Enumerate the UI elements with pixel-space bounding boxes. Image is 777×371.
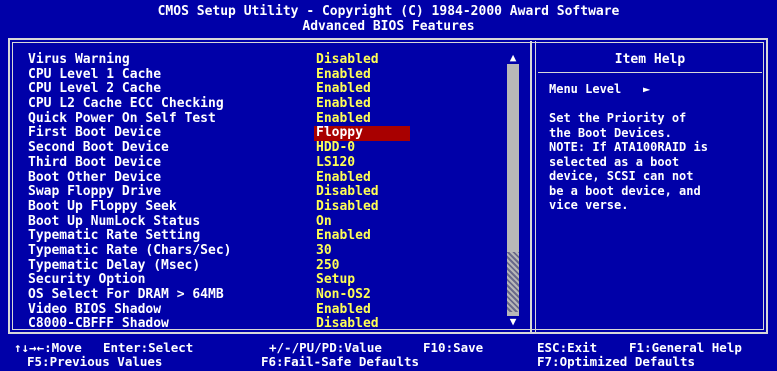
setting-value[interactable]: LS120 xyxy=(316,155,355,171)
setting-label: CPU L2 Cache ECC Checking xyxy=(28,96,224,112)
setting-label: Second Boot Device xyxy=(28,140,169,156)
key-optimized: F7:Optimized Defaults xyxy=(537,354,696,369)
setting-value[interactable]: Enabled xyxy=(316,82,371,97)
setting-value[interactable]: Non-OS2 xyxy=(316,287,371,303)
setting-label: Video BIOS Shadow xyxy=(28,301,162,317)
setting-row[interactable]: CPU Level 1 Cache Enabled xyxy=(28,66,508,83)
setting-label: Typematic Delay (Msec) xyxy=(28,257,201,273)
key-exit: ESC:Exit xyxy=(537,340,598,355)
setting-row[interactable]: Boot Up Floppy Seek Disabled xyxy=(28,198,508,215)
setting-label: Typematic Rate (Chars/Sec) xyxy=(28,242,232,258)
setting-label: Quick Power On Self Test xyxy=(28,110,216,126)
setting-row[interactable]: First Boot Device Floppy xyxy=(28,125,508,142)
setting-value[interactable]: Enabled xyxy=(316,302,371,318)
setting-row[interactable]: OS Select For DRAM > 64MB Non-OS2 xyxy=(28,287,508,303)
scroll-up-icon[interactable]: ▲ xyxy=(507,52,519,64)
setting-value[interactable]: Floppy xyxy=(314,126,410,142)
setting-label: OS Select For DRAM > 64MB xyxy=(28,287,224,302)
setting-label: Virus Warning xyxy=(28,52,130,67)
setting-value[interactable]: 30 xyxy=(316,243,332,259)
panel-divider xyxy=(530,41,536,332)
setting-value[interactable]: Enabled xyxy=(316,111,371,127)
setting-label: Boot Other Device xyxy=(28,169,162,185)
setting-value[interactable]: Disabled xyxy=(316,52,379,68)
setting-value[interactable]: Enabled xyxy=(316,229,371,244)
help-text: Set the Priority of the Boot Devices. NO… xyxy=(549,111,708,212)
setting-label: Swap Floppy Drive xyxy=(28,184,162,200)
key-help: F1:General Help xyxy=(629,340,742,355)
scrollbar[interactable]: ▲ ▼ xyxy=(507,52,519,328)
setting-row[interactable]: Second Boot Device HDD-0 xyxy=(28,140,508,156)
setting-value[interactable]: Enabled xyxy=(316,96,371,112)
menu-level: Menu Level ► xyxy=(549,82,650,97)
setting-value[interactable]: On xyxy=(316,214,332,230)
setting-label: Typematic Rate Setting xyxy=(28,228,201,244)
menu-level-label: Menu Level xyxy=(549,82,622,96)
setting-label: Boot Up Floppy Seek xyxy=(28,198,177,214)
setting-row[interactable]: Virus Warning Disabled xyxy=(28,52,508,68)
key-save: F10:Save xyxy=(423,340,484,355)
setting-row[interactable]: Third Boot Device LS120 xyxy=(28,154,508,171)
setting-value[interactable]: Disabled xyxy=(316,317,379,332)
title-bar: CMOS Setup Utility - Copyright (C) 1984-… xyxy=(0,0,777,38)
setting-label: C8000-CBFFF Shadow xyxy=(28,316,169,332)
key-value: +/-/PU/PD:Value xyxy=(269,340,382,355)
setting-row[interactable]: C8000-CBFFF Shadow Disabled xyxy=(28,317,508,332)
setting-row[interactable]: Video BIOS Shadow Enabled xyxy=(28,301,508,318)
setting-value[interactable]: HDD-0 xyxy=(316,140,355,156)
scroll-thumb[interactable] xyxy=(507,252,519,312)
setting-label: CPU Level 2 Cache xyxy=(28,81,162,97)
page-title: Advanced BIOS Features xyxy=(302,19,475,34)
setting-row[interactable]: Typematic Delay (Msec) 250 xyxy=(28,257,508,274)
setting-row[interactable]: Quick Power On Self Test Enabled xyxy=(28,110,508,127)
setting-value[interactable]: Enabled xyxy=(316,170,371,186)
setting-label: Third Boot Device xyxy=(28,154,162,170)
setting-label: CPU Level 1 Cache xyxy=(28,66,162,82)
arrow-right-icon: ► xyxy=(642,82,651,96)
help-divider xyxy=(538,72,762,73)
scroll-down-icon[interactable]: ▼ xyxy=(507,316,519,328)
setting-row[interactable]: Security Option Setup xyxy=(28,273,508,288)
key-enter: Enter:Select xyxy=(103,340,194,355)
key-move: ↑↓→←:Move xyxy=(14,340,82,355)
setting-value[interactable]: Enabled xyxy=(316,67,371,83)
setting-row[interactable]: Boot Other Device Enabled xyxy=(28,169,508,186)
app-title: CMOS Setup Utility - Copyright (C) 1984-… xyxy=(157,4,620,19)
settings-list: Virus Warning Disabled CPU Level 1 Cache En… xyxy=(28,52,508,332)
setting-value[interactable]: Setup xyxy=(316,273,355,288)
setting-row[interactable]: Typematic Rate (Chars/Sec) 30 xyxy=(28,242,508,259)
setting-row[interactable]: CPU L2 Cache ECC Checking Enabled xyxy=(28,96,508,112)
setting-row[interactable]: Swap Floppy Drive Disabled xyxy=(28,184,508,200)
setting-value[interactable]: Disabled xyxy=(316,199,379,215)
setting-label: First Boot Device xyxy=(28,125,162,141)
setting-value[interactable]: 250 xyxy=(316,258,339,274)
key-previous: F5:Previous Values xyxy=(27,354,163,369)
setting-row[interactable]: CPU Level 2 Cache Enabled xyxy=(28,82,508,97)
setting-row[interactable]: Boot Up NumLock Status On xyxy=(28,213,508,230)
key-legend: ↑↓→←:Move Enter:Select +/-/PU/PD:Value F… xyxy=(0,341,777,369)
setting-value[interactable]: Disabled xyxy=(316,184,379,200)
key-failsafe: F6:Fail-Safe Defaults xyxy=(261,354,420,369)
item-help-title: Item Help xyxy=(614,52,686,67)
setting-label: Boot Up NumLock Status xyxy=(28,213,201,229)
setting-label: Security Option xyxy=(28,272,146,288)
setting-row[interactable]: Typematic Rate Setting Enabled xyxy=(28,229,508,244)
